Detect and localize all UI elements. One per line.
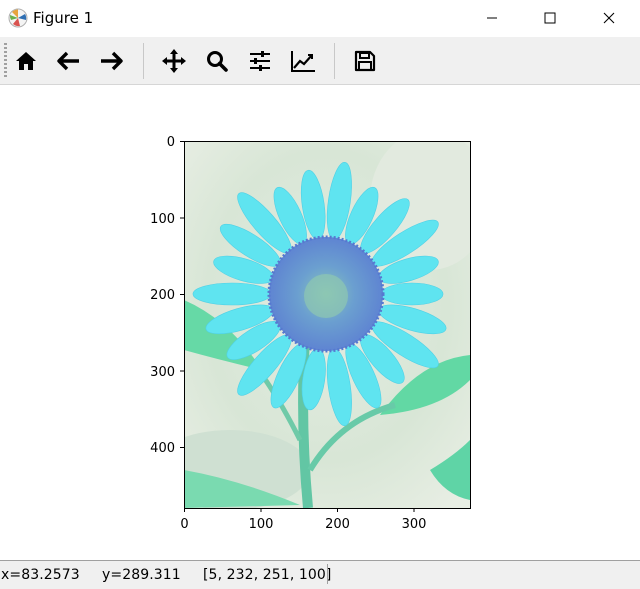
close-button[interactable] [586, 0, 632, 36]
navigation-toolbar [0, 37, 640, 85]
y-tick-label: 200 [150, 288, 175, 303]
pixel-value-readout: [5, 232, 251, 100] [203, 567, 332, 583]
y-tick-label: 400 [150, 441, 175, 456]
toolbar-grip[interactable] [4, 43, 7, 77]
axes-plot: 0 100 200 300 400 0 100 200 300 [150, 135, 471, 532]
sliders-icon [250, 51, 270, 71]
close-icon [603, 12, 615, 24]
magnifier-icon [207, 51, 228, 72]
forward-button[interactable] [94, 44, 128, 78]
y-tick-label: 0 [167, 135, 175, 150]
x-tick-label: 0 [180, 517, 188, 532]
floppy-disk-icon [354, 50, 376, 72]
title-bar: Figure 1 [0, 0, 640, 36]
window-title: Figure 1 [33, 9, 94, 27]
status-bar: x=83.2573 y=289.311 [5, 232, 251, 100] [0, 560, 640, 589]
y-axis: 0 100 200 300 400 [150, 135, 184, 456]
maximize-icon [544, 12, 556, 24]
y-tick-label: 300 [150, 365, 175, 380]
subplots-button[interactable] [243, 44, 277, 78]
minimize-icon [487, 17, 497, 19]
matplotlib-logo-icon [8, 8, 28, 28]
minimize-button[interactable] [469, 0, 515, 36]
x-axis: 0 100 200 300 [180, 508, 426, 532]
zoom-button[interactable] [200, 44, 234, 78]
y-tick-label: 100 [150, 212, 175, 227]
x-tick-label: 300 [402, 517, 427, 532]
home-button[interactable] [9, 44, 43, 78]
arrow-right-icon [101, 51, 123, 71]
cursor-x-readout: x=83.2573 [1, 567, 80, 583]
status-divider [327, 564, 328, 584]
toolbar-separator [143, 43, 144, 79]
customize-button[interactable] [286, 44, 320, 78]
sunflower-image [184, 141, 470, 508]
toolbar-separator [334, 43, 335, 79]
back-button[interactable] [52, 44, 86, 78]
move-icon [162, 49, 186, 73]
x-tick-label: 200 [325, 517, 350, 532]
maximize-button[interactable] [527, 0, 573, 36]
x-tick-label: 100 [249, 517, 274, 532]
save-button[interactable] [348, 44, 382, 78]
line-chart-icon [291, 51, 315, 72]
home-icon [16, 52, 36, 70]
arrow-left-icon [57, 51, 79, 71]
pan-button[interactable] [157, 44, 191, 78]
cursor-y-readout: y=289.311 [102, 567, 181, 583]
figure-canvas[interactable]: 0 100 200 300 400 0 100 200 300 [0, 85, 640, 559]
